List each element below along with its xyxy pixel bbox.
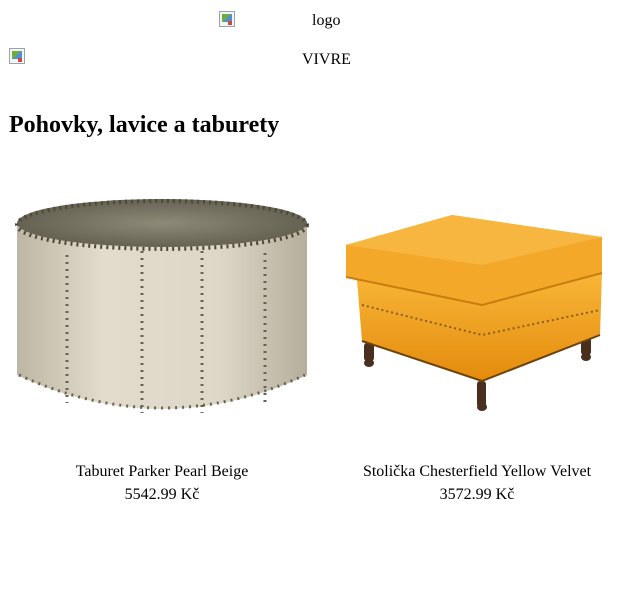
logo-alt-text: logo xyxy=(312,12,341,29)
brand-alt-text: VIVRE xyxy=(302,51,351,68)
page-title: Pohovky, lavice a taburety xyxy=(9,112,280,138)
broken-image-icon xyxy=(219,11,235,27)
product-name[interactable]: Taburet Parker Pearl Beige xyxy=(7,462,317,482)
product-card[interactable]: Stolička Chesterfield Yellow Velvet 3572… xyxy=(322,185,632,503)
product-name[interactable]: Stolička Chesterfield Yellow Velvet xyxy=(322,462,632,482)
product-card[interactable]: Taburet Parker Pearl Beige 5542.99 Kč xyxy=(7,185,317,503)
brand-banner-image[interactable]: VIVRE xyxy=(9,48,629,68)
product-price: 3572.99 Kč xyxy=(439,486,515,503)
product-image-ottoman[interactable] xyxy=(322,185,632,435)
broken-image-icon xyxy=(9,48,25,64)
logo-image[interactable]: logo xyxy=(219,11,340,29)
product-price: 5542.99 Kč xyxy=(124,486,200,503)
product-image-pouf[interactable] xyxy=(7,185,317,435)
